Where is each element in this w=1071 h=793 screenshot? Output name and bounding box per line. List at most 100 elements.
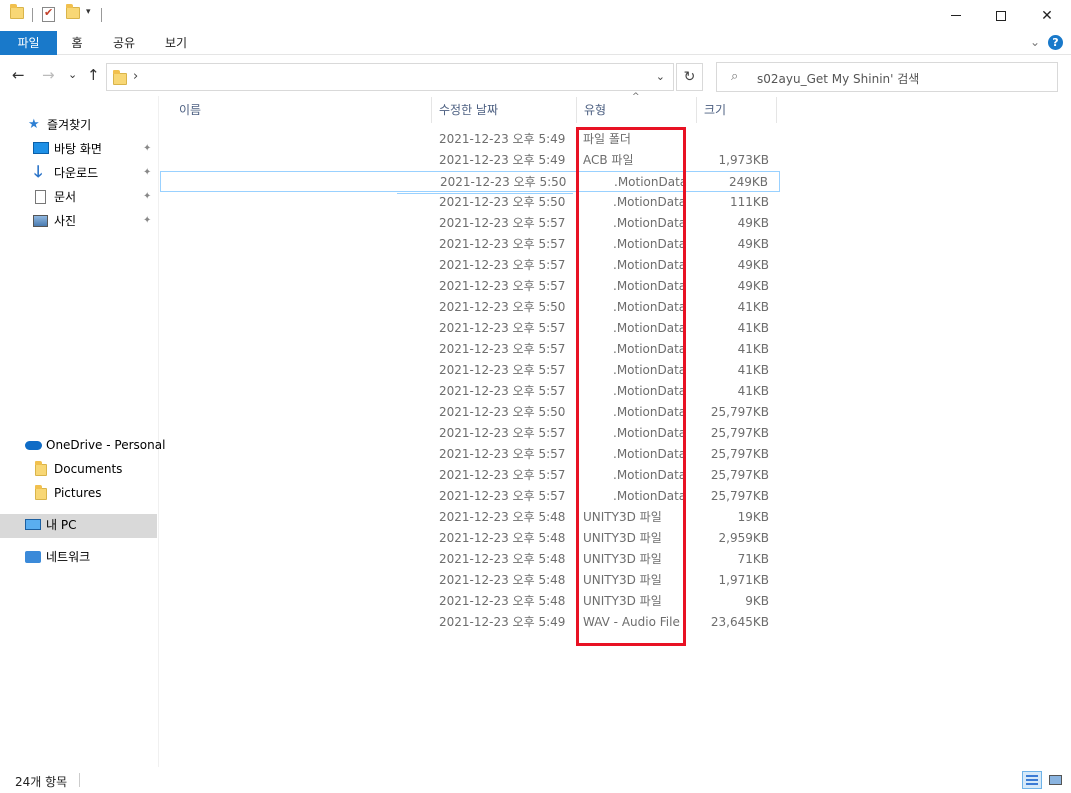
- close-button[interactable]: ✕: [1024, 0, 1070, 31]
- file-row[interactable]: 2021-12-23 오후 5:48 UNITY3D 파일 71KB: [160, 549, 780, 570]
- sidebar-item-documents[interactable]: 문서 ✦: [33, 186, 157, 208]
- minimize-button[interactable]: [933, 0, 979, 31]
- file-date: 2021-12-23 오후 5:49: [439, 615, 566, 629]
- address-bar[interactable]: › ⌄: [106, 63, 674, 91]
- file-row[interactable]: 2021-12-23 오후 5:57 .MotionData 49KB: [160, 213, 780, 234]
- file-type: .MotionData: [613, 321, 687, 335]
- sidebar-item-onedrive-pictures[interactable]: Pictures: [35, 482, 157, 504]
- tab-share[interactable]: 공유: [102, 31, 146, 55]
- breadcrumb-chevron-icon[interactable]: ›: [133, 69, 138, 84]
- back-button[interactable]: ←: [12, 66, 25, 84]
- file-row[interactable]: 2021-12-23 오후 5:49 파일 폴더: [160, 129, 780, 150]
- file-date: 2021-12-23 오후 5:57: [439, 258, 566, 272]
- file-date: 2021-12-23 오후 5:48: [439, 552, 566, 566]
- details-view-icon: [1026, 775, 1038, 785]
- sidebar-item-label: 내 PC: [46, 518, 77, 532]
- file-row[interactable]: 2021-12-23 오후 5:57 .MotionData 41KB: [160, 360, 780, 381]
- file-row[interactable]: 2021-12-23 오후 5:49 ACB 파일 1,973KB: [160, 150, 780, 171]
- forward-button[interactable]: →: [42, 66, 55, 84]
- tab-view[interactable]: 보기: [154, 31, 198, 55]
- file-size: 25,797KB: [710, 468, 769, 482]
- file-size: 41KB: [737, 384, 769, 398]
- file-row[interactable]: 2021-12-23 오후 5:57 .MotionData 49KB: [160, 276, 780, 297]
- sidebar-item-onedrive[interactable]: OneDrive - Personal: [25, 434, 165, 456]
- sidebar-item-label: Pictures: [54, 486, 102, 500]
- file-row[interactable]: 2021-12-23 오후 5:48 UNITY3D 파일 9KB: [160, 591, 780, 612]
- file-row[interactable]: 2021-12-23 오후 5:57 .MotionData 49KB: [160, 255, 780, 276]
- file-date: 2021-12-23 오후 5:50: [440, 175, 567, 189]
- file-size: 25,797KB: [710, 489, 769, 503]
- file-row[interactable]: 2021-12-23 오후 5:50 .MotionData 25,797KB: [160, 402, 780, 423]
- refresh-button[interactable]: ↻: [676, 63, 703, 91]
- file-row[interactable]: 2021-12-23 오후 5:57 .MotionData 25,797KB: [160, 486, 780, 507]
- pin-icon: ✦: [143, 143, 152, 154]
- computer-icon: [25, 519, 41, 530]
- file-date: 2021-12-23 오후 5:49: [439, 132, 566, 146]
- large-icons-view-button[interactable]: [1045, 771, 1065, 789]
- minimize-icon: [951, 15, 961, 16]
- star-icon: ★: [28, 117, 40, 132]
- sidebar-item-this-pc[interactable]: 내 PC: [25, 514, 157, 536]
- file-row[interactable]: 2021-12-23 오후 5:50 .MotionData 41KB: [160, 297, 780, 318]
- file-row[interactable]: 2021-12-23 오후 5:57 .MotionData 41KB: [160, 339, 780, 360]
- file-row[interactable]: 2021-12-23 오후 5:57 .MotionData 41KB: [160, 318, 780, 339]
- file-row[interactable]: 2021-12-23 오후 5:48 UNITY3D 파일 1,971KB: [160, 570, 780, 591]
- up-button[interactable]: ↑: [87, 66, 100, 84]
- tab-home[interactable]: 홈: [60, 31, 94, 55]
- sidebar-item-desktop[interactable]: 바탕 화면 ✦: [33, 138, 157, 160]
- file-size: 49KB: [737, 279, 769, 293]
- file-date: 2021-12-23 오후 5:57: [439, 489, 566, 503]
- file-size: 49KB: [737, 237, 769, 251]
- customize-toolbar-dropdown[interactable]: ▾: [86, 7, 91, 17]
- file-row[interactable]: 2021-12-23 오후 5:57 .MotionData 25,797KB: [160, 465, 780, 486]
- tab-file[interactable]: 파일: [0, 31, 57, 55]
- column-header-size[interactable]: 크기: [704, 99, 726, 121]
- column-divider[interactable]: [431, 97, 432, 123]
- file-row[interactable]: 2021-12-23 오후 5:50 .MotionData 111KB: [160, 192, 780, 213]
- file-size: 23,645KB: [710, 615, 769, 629]
- column-divider[interactable]: [776, 97, 777, 123]
- file-date: 2021-12-23 오후 5:48: [439, 573, 566, 587]
- file-row[interactable]: 2021-12-23 오후 5:50 .MotionData 249KB: [160, 171, 780, 194]
- file-type: .MotionData: [613, 468, 687, 482]
- file-type: .MotionData: [613, 426, 687, 440]
- sidebar-item-downloads[interactable]: 🡓 다운로드 ✦: [33, 162, 157, 184]
- file-type: .MotionData: [613, 258, 687, 272]
- file-row[interactable]: 2021-12-23 오후 5:57 .MotionData 49KB: [160, 234, 780, 255]
- file-type: .MotionData: [614, 175, 688, 189]
- desktop-icon: [33, 142, 49, 154]
- address-dropdown-icon[interactable]: ⌄: [656, 70, 665, 83]
- column-divider[interactable]: [696, 97, 697, 123]
- sidebar-item-pictures[interactable]: 사진 ✦: [33, 210, 157, 232]
- properties-icon[interactable]: [42, 6, 55, 22]
- file-row[interactable]: 2021-12-23 오후 5:48 UNITY3D 파일 19KB: [160, 507, 780, 528]
- new-folder-icon[interactable]: [66, 4, 80, 19]
- file-row[interactable]: 2021-12-23 오후 5:57 .MotionData 25,797KB: [160, 444, 780, 465]
- column-header-type[interactable]: 유형: [584, 99, 606, 121]
- file-row[interactable]: 2021-12-23 오후 5:57 .MotionData 41KB: [160, 381, 780, 402]
- pin-icon: ✦: [143, 191, 152, 202]
- column-header-date[interactable]: 수정한 날짜: [439, 99, 498, 121]
- sidebar-item-onedrive-documents[interactable]: Documents: [35, 458, 157, 480]
- details-view-button[interactable]: [1022, 771, 1042, 789]
- document-icon: [35, 190, 46, 204]
- sidebar-item-network[interactable]: 네트워크: [25, 546, 157, 568]
- search-input[interactable]: s02ayu_Get My Shinin' 검색: [757, 70, 919, 87]
- file-size: 71KB: [737, 552, 769, 566]
- column-header-name[interactable]: 이름: [179, 99, 201, 121]
- help-icon[interactable]: ?: [1048, 35, 1063, 50]
- folder-icon: [35, 485, 47, 500]
- expand-ribbon-icon[interactable]: ⌄: [1030, 35, 1040, 49]
- sidebar-item-quick-access[interactable]: ★ 즐겨찾기: [28, 114, 156, 136]
- file-row[interactable]: 2021-12-23 오후 5:48 UNITY3D 파일 2,959KB: [160, 528, 780, 549]
- maximize-button[interactable]: [978, 0, 1024, 31]
- search-box[interactable]: ⌕ s02ayu_Get My Shinin' 검색: [716, 62, 1058, 92]
- folder-icon: [10, 4, 24, 19]
- item-count: 24개 항목: [15, 775, 68, 789]
- file-row[interactable]: 2021-12-23 오후 5:57 .MotionData 25,797KB: [160, 423, 780, 444]
- ribbon: 파일 홈 공유 보기 ⌄ ?: [0, 31, 1071, 55]
- column-divider[interactable]: [576, 97, 577, 123]
- folder-icon: [113, 70, 127, 85]
- file-row[interactable]: 2021-12-23 오후 5:49 WAV - Audio File 23,645…: [160, 612, 780, 633]
- recent-locations-button[interactable]: ⌄: [68, 68, 77, 81]
